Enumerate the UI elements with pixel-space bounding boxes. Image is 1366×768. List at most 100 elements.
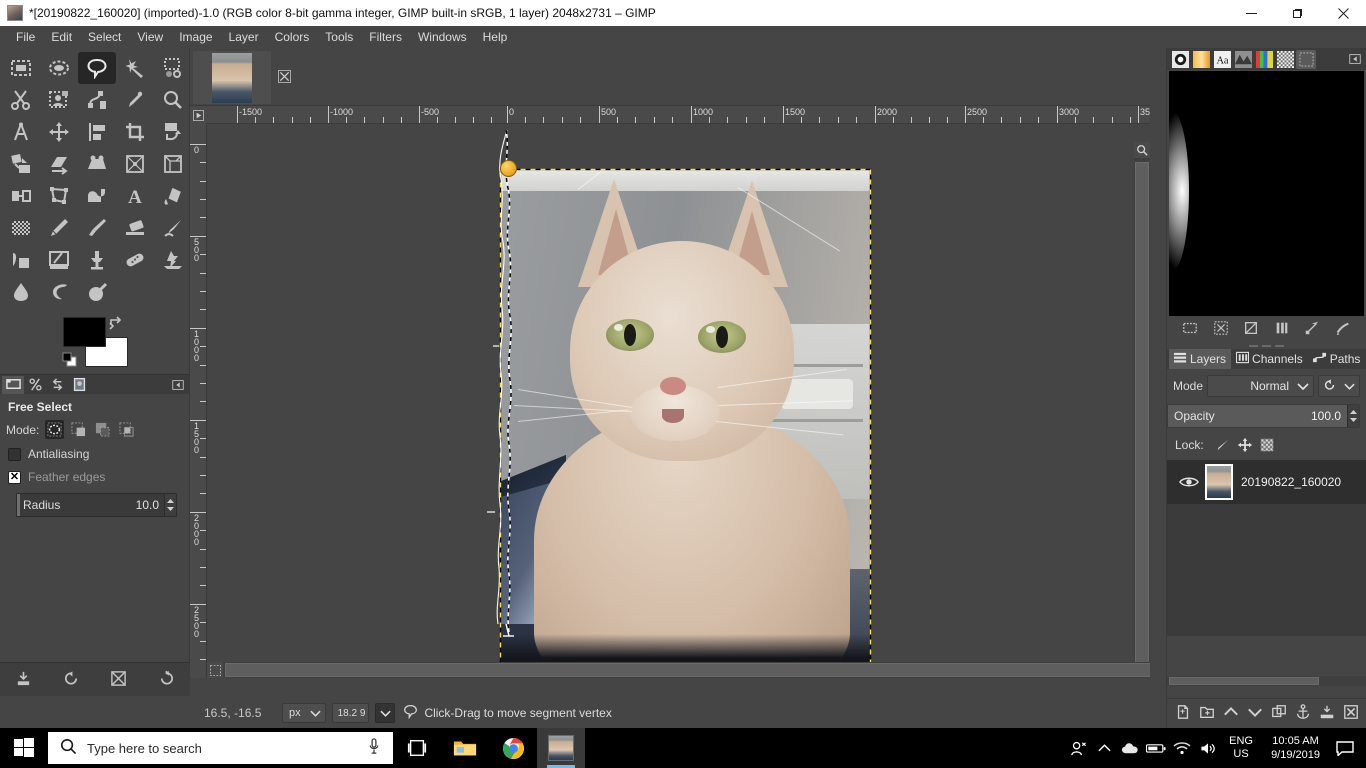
fuzzy-select-tool[interactable]: [116, 52, 154, 84]
menu-layer[interactable]: Layer: [221, 28, 267, 46]
menu-filters[interactable]: Filters: [361, 28, 410, 46]
show-hidden-icons-icon[interactable]: [1091, 728, 1117, 768]
brush-preview-panel[interactable]: [1169, 71, 1364, 316]
zoom-tool[interactable]: [154, 84, 192, 116]
crop-tool[interactable]: [116, 116, 154, 148]
feather-edges-row[interactable]: ✕ Feather edges: [6, 470, 183, 484]
antialiasing-checkbox[interactable]: [8, 447, 21, 461]
zoom-selector[interactable]: 18.2 9: [331, 703, 370, 723]
new-layer-icon[interactable]: [1175, 704, 1191, 723]
vertical-scrollbar-thumb[interactable]: [1135, 162, 1149, 672]
select-by-color-tool[interactable]: [154, 52, 192, 84]
chevron-down-icon[interactable]: [1344, 379, 1355, 393]
restore-tool-preset-icon[interactable]: [63, 670, 80, 690]
horizontal-scrollbar-thumb[interactable]: [225, 663, 1150, 677]
menu-tools[interactable]: Tools: [317, 28, 361, 46]
open-brush-as-image-icon[interactable]: [1335, 320, 1351, 339]
alignment-tool[interactable]: [78, 116, 116, 148]
ink-tool[interactable]: [154, 212, 192, 244]
new-brush-icon[interactable]: [1213, 320, 1229, 339]
menu-view[interactable]: View: [129, 28, 171, 46]
flip-tool[interactable]: [2, 180, 40, 212]
duplicate-layer-icon[interactable]: [1271, 704, 1287, 723]
image-canvas[interactable]: [207, 124, 1150, 678]
dock-menu-icon[interactable]: [1345, 50, 1365, 69]
swap-colors-icon[interactable]: [108, 314, 124, 333]
wifi-icon[interactable]: [1169, 728, 1195, 768]
subtract-from-selection-mode[interactable]: [93, 420, 112, 439]
clock[interactable]: 10:05 AM 9/19/2019: [1261, 728, 1330, 768]
intersect-with-selection-mode[interactable]: [117, 420, 136, 439]
vertical-ruler[interactable]: 0 500 1000 1500 2000 2500: [190, 124, 207, 678]
ellipse-select-tool[interactable]: [40, 52, 78, 84]
fonts-tab[interactable]: Aa: [1212, 50, 1232, 69]
reset-colors-icon[interactable]: [62, 352, 78, 371]
tab-layers[interactable]: Layers: [1169, 349, 1232, 369]
rectangle-select-tool[interactable]: [2, 52, 40, 84]
reset-tool-options-icon[interactable]: [158, 670, 175, 690]
patterns-tab[interactable]: [1233, 50, 1253, 69]
menu-windows[interactable]: Windows: [410, 28, 475, 46]
dodge-burn-tool[interactable]: [40, 276, 78, 308]
images-tab[interactable]: [68, 376, 90, 394]
search-input[interactable]: Type here to search: [48, 732, 393, 764]
pencil-tool[interactable]: [40, 212, 78, 244]
zoom-dropdown-button[interactable]: [375, 703, 396, 723]
replace-selection-mode[interactable]: [45, 420, 65, 439]
gradient-tool[interactable]: [2, 212, 40, 244]
canvas-origin-button[interactable]: [190, 106, 207, 124]
save-tool-preset-icon[interactable]: [15, 670, 32, 690]
lock-position-icon[interactable]: [1234, 435, 1256, 455]
add-to-selection-mode[interactable]: [69, 420, 88, 439]
onedrive-cloud-icon[interactable]: [1117, 728, 1143, 768]
menu-edit[interactable]: Edit: [43, 28, 80, 46]
new-layer-group-icon[interactable]: [1199, 704, 1215, 723]
radius-spinner[interactable]: [164, 494, 176, 516]
dock-menu-icon[interactable]: [167, 376, 189, 394]
delete-brush-icon[interactable]: [1274, 320, 1290, 339]
start-button[interactable]: [0, 728, 48, 768]
canvas-horizontal-scrollbar[interactable]: [207, 662, 1150, 678]
layer-visibility-eye-icon[interactable]: [1173, 475, 1205, 489]
smudge-finger-tool[interactable]: [78, 276, 116, 308]
feather-edges-checkbox[interactable]: ✕: [8, 470, 21, 484]
delete-tool-preset-icon[interactable]: [110, 670, 127, 690]
people-icon[interactable]: [1065, 728, 1091, 768]
merge-down-icon[interactable]: [1319, 704, 1335, 723]
layer-row[interactable]: 20190822_160020: [1167, 460, 1366, 504]
move-tool[interactable]: [40, 116, 78, 148]
chevron-down-icon[interactable]: [307, 709, 325, 717]
shear-tool[interactable]: [40, 148, 78, 180]
foreground-select-tool[interactable]: [40, 84, 78, 116]
quick-mask-icon[interactable]: [207, 662, 223, 678]
device-status-tab[interactable]: [24, 376, 46, 394]
perspective-tool[interactable]: [78, 148, 116, 180]
unified-transform-tool[interactable]: [116, 148, 154, 180]
eraser-tool[interactable]: [116, 212, 154, 244]
speaker-icon[interactable]: [1195, 728, 1221, 768]
measure-tool[interactable]: [2, 116, 40, 148]
maximize-button[interactable]: [1274, 0, 1320, 26]
action-center-icon[interactable]: [1330, 728, 1360, 768]
tab-channels[interactable]: Channels: [1231, 349, 1308, 369]
blur-sharpen-tool[interactable]: [2, 276, 40, 308]
menu-image[interactable]: Image: [171, 28, 220, 46]
rotate-tool[interactable]: [154, 116, 192, 148]
composite-mode-icon[interactable]: [1323, 378, 1337, 395]
foreground-color-swatch[interactable]: [63, 317, 106, 347]
gimp-taskbar-button[interactable]: [537, 728, 585, 768]
duplicate-brush-icon[interactable]: [1243, 320, 1259, 339]
paths-tool[interactable]: [78, 84, 116, 116]
menu-file[interactable]: File: [8, 28, 43, 46]
dynamics-tab[interactable]: [1275, 50, 1295, 69]
undo-history-tab[interactable]: [46, 376, 68, 394]
smudge-tool[interactable]: [154, 244, 192, 276]
edit-brush-icon[interactable]: [1182, 320, 1198, 339]
horizontal-ruler[interactable]: -1500 -1000 -500 0 500 1000 1500 2000 25…: [207, 106, 1150, 124]
paintbrush-tool[interactable]: [78, 212, 116, 244]
language-indicator[interactable]: ENG US: [1221, 728, 1261, 768]
image-tab-close-button[interactable]: [276, 68, 292, 84]
menu-select[interactable]: Select: [80, 28, 129, 46]
minimize-button[interactable]: [1228, 0, 1274, 26]
antialiasing-row[interactable]: Antialiasing: [6, 447, 183, 461]
